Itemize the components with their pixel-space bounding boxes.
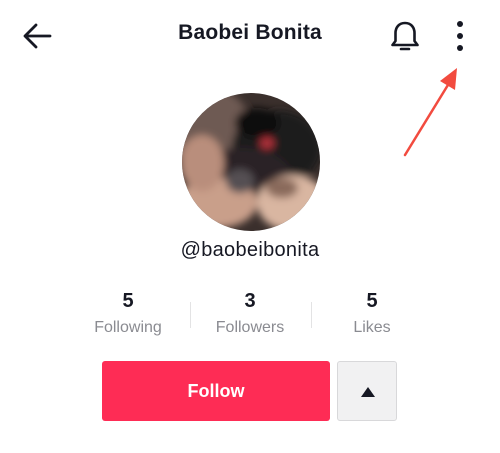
stat-label: Likes — [353, 319, 391, 336]
more-options-button[interactable] — [447, 16, 473, 56]
notifications-button[interactable] — [388, 18, 422, 54]
more-vertical-icon — [457, 21, 463, 51]
caret-up-icon — [361, 387, 375, 397]
stat-likes[interactable]: 5 Likes — [312, 288, 432, 337]
stat-label: Followers — [215, 319, 285, 336]
profile-username: @baobeibonita — [180, 239, 320, 261]
stat-followers[interactable]: 3 Followers — [190, 288, 310, 337]
bell-icon — [391, 21, 419, 51]
profile-avatar[interactable] — [182, 93, 320, 231]
suggested-accounts-toggle[interactable] — [337, 361, 397, 421]
profile-stats: 5 Following 3 Followers 5 Likes — [68, 288, 432, 344]
page-title: Baobei Bonita — [178, 21, 322, 44]
follow-button[interactable]: Follow — [102, 361, 330, 421]
stat-value: 3 — [244, 290, 256, 312]
stat-label: Following — [94, 319, 162, 336]
top-bar: Baobei Bonita — [0, 0, 500, 72]
stat-following[interactable]: 5 Following — [68, 288, 188, 337]
stat-value: 5 — [122, 290, 134, 312]
avatar-image — [182, 93, 320, 231]
stat-value: 5 — [366, 290, 378, 312]
